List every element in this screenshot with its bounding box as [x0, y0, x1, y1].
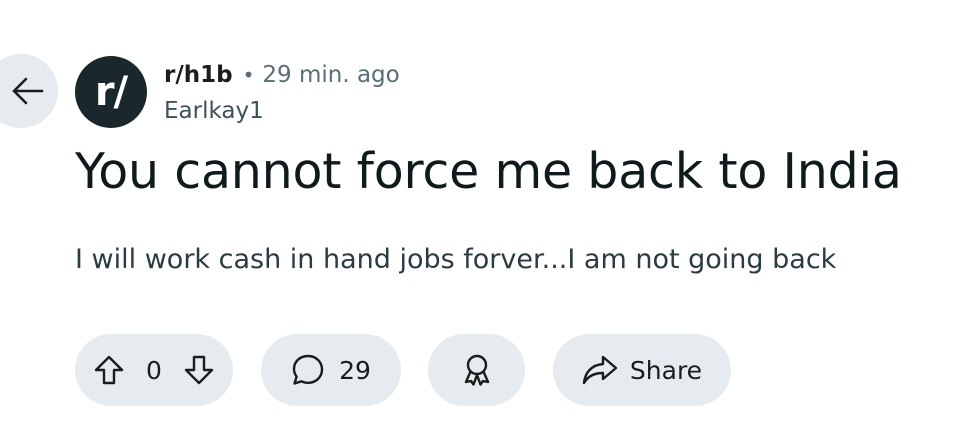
speech-bubble-icon [291, 353, 325, 387]
comments-button[interactable]: 29 [261, 334, 401, 406]
author-link[interactable]: Earlkay1 [164, 94, 264, 128]
upvote-arrow-icon[interactable] [93, 354, 125, 386]
post-timestamp: 29 min. ago [262, 62, 400, 88]
post-page: r/ r/h1b • 29 min. ago Earlkay1 You cann… [0, 0, 972, 445]
share-arrow-icon [582, 354, 618, 386]
back-button[interactable] [0, 54, 58, 128]
meta-separator: • [242, 63, 255, 87]
subreddit-avatar[interactable]: r/ [75, 56, 147, 128]
comment-count: 29 [339, 355, 371, 385]
post-meta: r/h1b • 29 min. ago [164, 58, 400, 92]
subreddit-link[interactable]: r/h1b [164, 62, 233, 88]
avatar-text: r/ [94, 69, 128, 115]
vote-count: 0 [146, 355, 162, 385]
post-body: I will work cash in hand jobs forver...I… [75, 244, 837, 275]
award-button[interactable] [428, 334, 525, 406]
post-title: You cannot force me back to India [75, 143, 902, 200]
award-ribbon-icon [460, 353, 494, 387]
share-label: Share [629, 355, 703, 385]
share-button[interactable]: Share [553, 334, 731, 406]
arrow-left-icon [0, 76, 45, 106]
downvote-arrow-icon[interactable] [183, 354, 215, 386]
vote-bar: 0 [75, 334, 233, 406]
